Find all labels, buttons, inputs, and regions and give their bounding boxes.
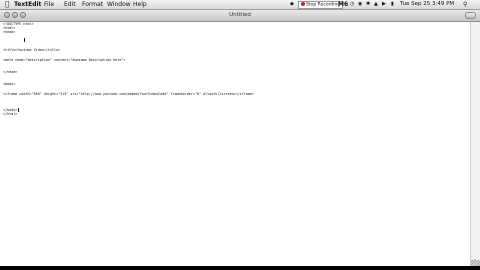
timer-icon[interactable]: ◷ <box>350 0 354 9</box>
toolbar-toggle-button[interactable] <box>465 12 476 19</box>
menubar-clock[interactable]: Tue Sep 25 3:49 PM <box>400 0 454 9</box>
window-titlebar[interactable]: Untitled <box>0 10 480 22</box>
stop-recording-button[interactable]: Stop Recording <box>298 1 344 9</box>
menu-textedit[interactable]: TextEdit <box>14 0 41 9</box>
apple-menu-icon[interactable]:  <box>5 0 9 9</box>
code-line: </html> <box>3 112 18 116</box>
bluetooth-icon[interactable]: ✱ <box>366 0 370 9</box>
textedit-window: Untitled <!DOCTYPE html> <html> <head> <… <box>0 10 480 267</box>
battery-icon[interactable]: ▮ <box>391 0 394 9</box>
menu-file[interactable]: File <box>44 0 54 9</box>
text-cursor <box>24 38 25 42</box>
text-editor-area[interactable]: <!DOCTYPE html> <html> <head> <title>You… <box>0 22 470 266</box>
menu-format[interactable]: Format <box>82 0 103 9</box>
m6-status[interactable]: M6 <box>338 0 348 9</box>
menu-help[interactable]: Help <box>133 0 147 9</box>
code-line: <iframe width="560" height="315" src="ht… <box>3 92 255 96</box>
code-line: <meta name="description" content="Awesom… <box>3 58 126 62</box>
vertical-scrollbar[interactable] <box>470 22 480 267</box>
spotlight-search-icon[interactable]: ⚲ <box>463 0 467 9</box>
status-area: ◆ Stop Recording M6 ◷ ◉ ✱ ▲ ▶ ▮ Tue Sep … <box>290 0 476 9</box>
text-insertion-point <box>18 108 19 112</box>
code-line: <title>Youtube Video</title> <box>3 48 61 52</box>
code-line: </head> <box>3 70 18 74</box>
menu-edit[interactable]: Edit <box>64 0 76 9</box>
wifi-icon[interactable]: ▲ <box>374 0 378 9</box>
mouse-icon[interactable]: ◉ <box>358 0 362 9</box>
volume-icon[interactable]: ▶ <box>382 0 386 9</box>
letterbox-bottom <box>0 266 480 270</box>
menu-bar:  TextEdit File Edit Format Window Help … <box>0 0 480 10</box>
code-line: <head> <box>3 30 16 34</box>
window-title: Untitled <box>229 12 251 18</box>
dropbox-icon[interactable]: ◆ <box>290 0 294 9</box>
code-line: <body> <box>3 82 16 86</box>
menu-window[interactable]: Window <box>107 0 131 9</box>
record-icon <box>301 2 305 6</box>
